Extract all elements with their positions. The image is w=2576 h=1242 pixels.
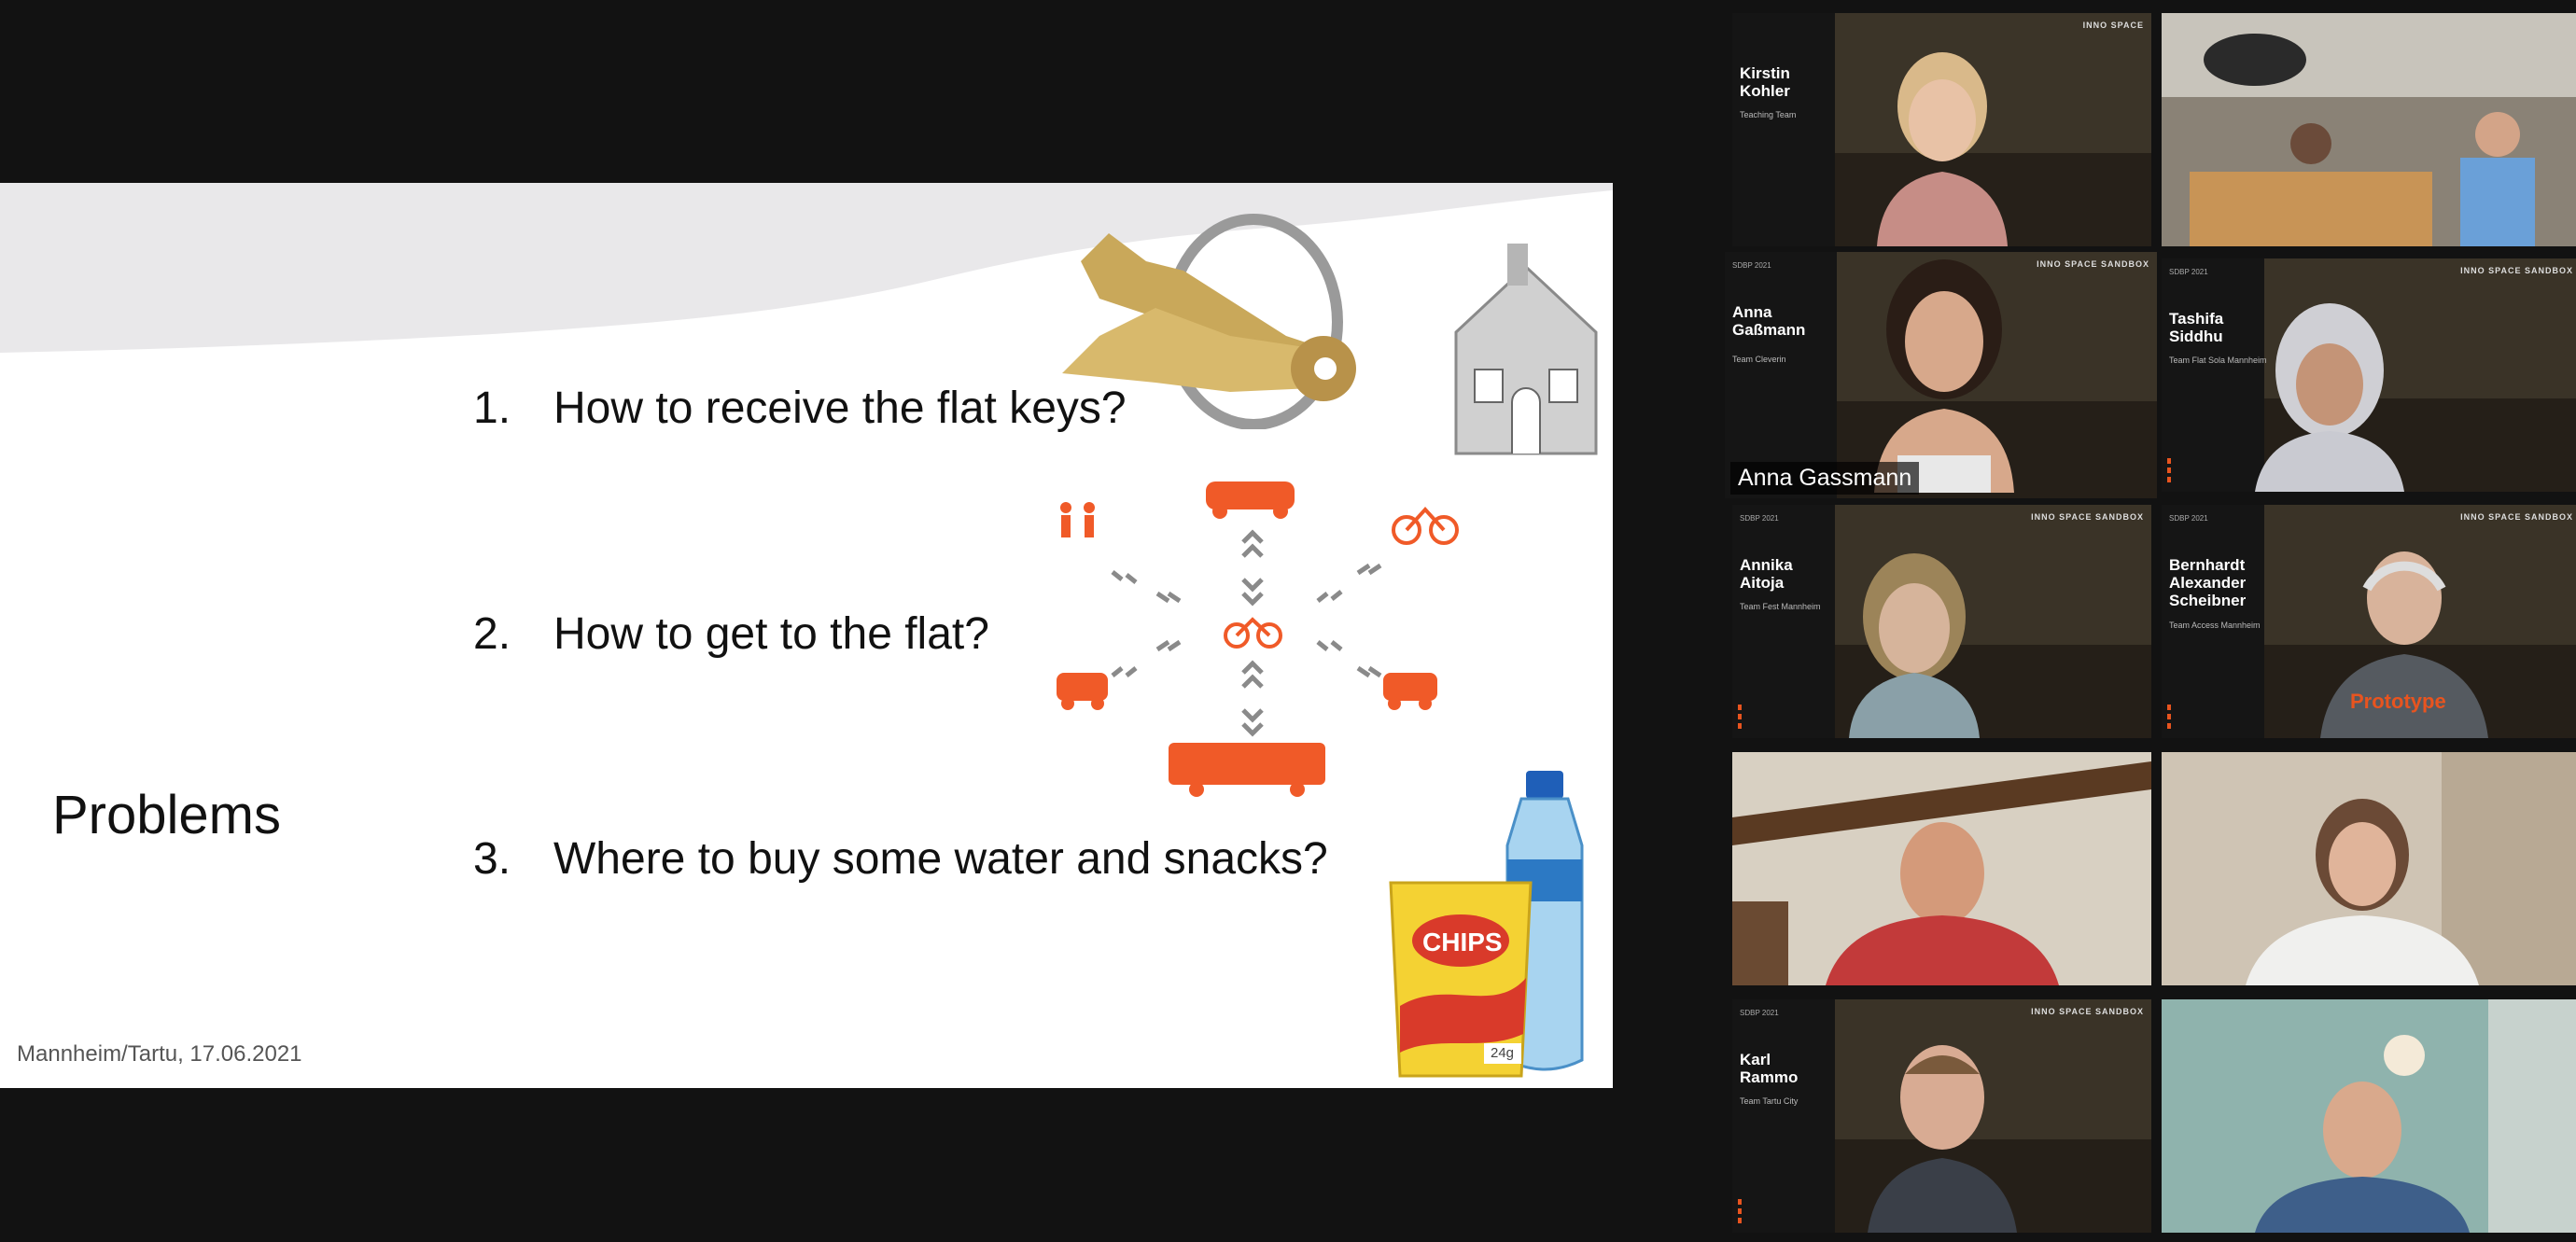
overlay-role: Team Access Mannheim	[2169, 621, 2261, 630]
overlay-name: Bernhardt Alexander Scheibner	[2169, 556, 2247, 609]
walking-icon	[1060, 502, 1095, 537]
bicycle-icon-top	[1392, 507, 1459, 545]
shirt-print: Prototype	[2350, 690, 2446, 713]
item-text: How to get to the flat?	[553, 609, 989, 659]
event-tag: SDBP 2021	[1740, 1009, 1779, 1017]
slide-title: Problems	[52, 785, 281, 845]
brand-dots	[2167, 701, 2171, 729]
participant-video: Prototype	[2302, 523, 2488, 738]
overlay-role: Team Cleverin	[1732, 355, 1786, 364]
overlay-role: Team Flat Sola Mannheim	[2169, 356, 2267, 365]
participant-video	[1844, 542, 1984, 738]
video-tile-karl-rammo[interactable]: SDBP 2021 Karl Rammo Team Tartu City INN…	[1732, 999, 2151, 1233]
item-number: 3.	[473, 834, 511, 884]
overlay-role: Team Tartu City	[1740, 1096, 1799, 1106]
participant-video	[2162, 13, 2576, 246]
participant-video	[2255, 296, 2404, 492]
brand-logo: INNO SPACE	[2082, 21, 2144, 30]
bus-icon	[1169, 743, 1325, 797]
video-tile-participant-room[interactable]	[2162, 752, 2576, 985]
chips-bag-icon: CHIPS 24g	[1381, 875, 1540, 1085]
chips-brand: CHIPS	[1422, 928, 1503, 956]
participant-video	[2162, 999, 2576, 1233]
video-tile-annika-aitoja[interactable]: SDBP 2021 Annika Aitoja Team Fest Mannhe…	[1732, 505, 2151, 738]
overlay-name: Anna Gaßmann	[1732, 303, 1806, 339]
participant-video	[1863, 1027, 2022, 1233]
participant-video	[1869, 259, 2019, 493]
video-tile-anna-gassmann[interactable]: SDBP 2021 Anna Gaßmann Team Cleverin INN…	[1725, 252, 2157, 498]
brand-dots	[1738, 701, 1742, 729]
event-tag: SDBP 2021	[1740, 514, 1779, 523]
brand-dots	[2167, 454, 2171, 482]
overlay-role: Team Fest Mannheim	[1740, 602, 1821, 611]
transport-diagram	[1057, 481, 1459, 797]
bicycle-icon-center	[1224, 617, 1282, 649]
event-tag: SDBP 2021	[2169, 514, 2208, 523]
brand-dots	[1738, 1195, 1742, 1223]
brand-logo: INNO SPACE SANDBOX	[2037, 259, 2149, 269]
overlay-name: Tashifa Siddhu	[2169, 310, 2224, 345]
taxi-icon	[1057, 673, 1108, 710]
participant-video	[1732, 752, 2151, 985]
video-tile-office-group[interactable]	[2162, 13, 2576, 246]
item-text: Where to buy some water and snacks?	[553, 834, 1328, 884]
participant-name-label: Anna Gassmann	[1730, 462, 1920, 495]
video-tile-tashifa-siddhu[interactable]: SDBP 2021 Tashifa Siddhu Team Flat Sola …	[2162, 258, 2576, 492]
item-text: How to receive the flat keys?	[553, 384, 1127, 433]
car-icon	[1206, 481, 1295, 519]
slide-item-3: 3. Where to buy some water and snacks?	[473, 833, 1328, 885]
brand-logo: INNO SPACE SANDBOX	[2460, 512, 2573, 522]
video-tile-kirstin-kohler[interactable]: Kirstin Kohler Teaching Team INNO SPACE	[1732, 13, 2151, 246]
overlay-role: Teaching Team	[1740, 110, 1797, 119]
brand-logo: INNO SPACE SANDBOX	[2031, 1007, 2144, 1016]
brand-logo: INNO SPACE SANDBOX	[2460, 266, 2573, 275]
overlay-name: Kirstin Kohler	[1740, 64, 1790, 100]
slide-footer: Mannheim/Tartu, 17.06.2021	[17, 1041, 302, 1067]
event-tag: SDBP 2021	[2169, 268, 2208, 276]
item-number: 1.	[473, 384, 511, 433]
chips-weight: 24g	[1491, 1045, 1515, 1061]
video-tile-participant-home[interactable]	[1732, 752, 2151, 985]
slide-item-1: 1. How to receive the flat keys?	[473, 383, 1127, 434]
participant-video	[2162, 752, 2576, 985]
shared-slide: CHIPS 24g Problems 1. How to receive the …	[0, 183, 1613, 1088]
overlay-name: Annika Aitoja	[1740, 556, 1793, 592]
video-tile-participant-teal-room[interactable]	[2162, 999, 2576, 1233]
participant-video	[1872, 50, 2012, 246]
event-tag: SDBP 2021	[1732, 261, 1771, 270]
slide-item-2: 2. How to get to the flat?	[473, 608, 989, 660]
carsharing-icon	[1383, 673, 1437, 710]
overlay-name: Karl Rammo	[1740, 1051, 1799, 1086]
video-tile-bernhardt-scheibner[interactable]: Prototype SDBP 2021 Bernhardt Alexander …	[2162, 505, 2576, 738]
house-keychain-icon	[1454, 244, 1598, 455]
item-number: 2.	[473, 609, 511, 659]
brand-logo: INNO SPACE SANDBOX	[2031, 512, 2144, 522]
